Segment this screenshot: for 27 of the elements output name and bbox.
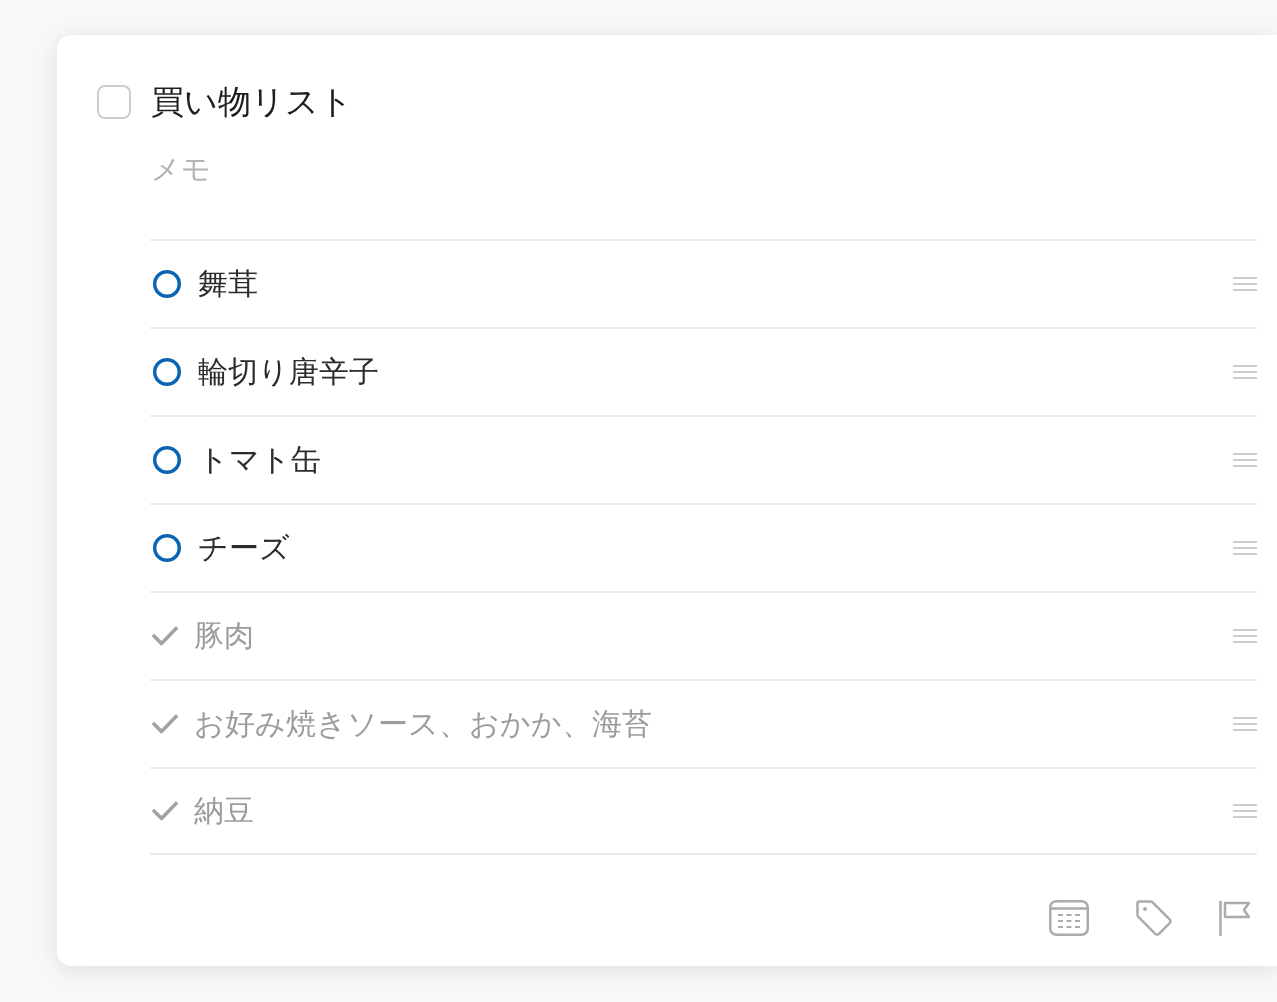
subtask-text: 納豆	[194, 793, 254, 829]
checkbox[interactable]	[97, 85, 131, 119]
subtask-text: チーズ	[198, 530, 290, 566]
circle-checkbox[interactable]	[153, 270, 181, 298]
notes-field[interactable]: メモ	[151, 148, 551, 190]
tag-icon[interactable]	[1135, 899, 1173, 937]
drag-handle-icon[interactable]	[1233, 277, 1257, 291]
subtask-text: 舞茸	[198, 266, 258, 302]
checkmark-icon[interactable]	[152, 801, 178, 821]
subtask-text: 輪切り唐辛子	[198, 354, 379, 390]
subtask-text: トマト缶	[198, 442, 321, 478]
drag-handle-icon[interactable]	[1233, 541, 1257, 555]
calendar-icon[interactable]	[1049, 900, 1089, 936]
drag-handle-icon[interactable]	[1233, 629, 1257, 643]
reminder-title: 買い物リスト	[151, 82, 353, 122]
drag-handle-icon[interactable]	[1233, 453, 1257, 467]
drag-handle-icon[interactable]	[1233, 365, 1257, 379]
drag-handle-icon[interactable]	[1233, 804, 1257, 818]
checkmark-icon[interactable]	[152, 626, 178, 646]
subtask-text: お好み焼きソース、おかか、海苔	[194, 706, 652, 742]
subtask-text: 豚肉	[194, 618, 254, 654]
circle-checkbox[interactable]	[153, 358, 181, 386]
checkmark-icon[interactable]	[152, 714, 178, 734]
circle-checkbox[interactable]	[153, 446, 181, 474]
flag-icon[interactable]	[1219, 900, 1251, 936]
drag-handle-icon[interactable]	[1233, 717, 1257, 731]
circle-checkbox[interactable]	[153, 534, 181, 562]
